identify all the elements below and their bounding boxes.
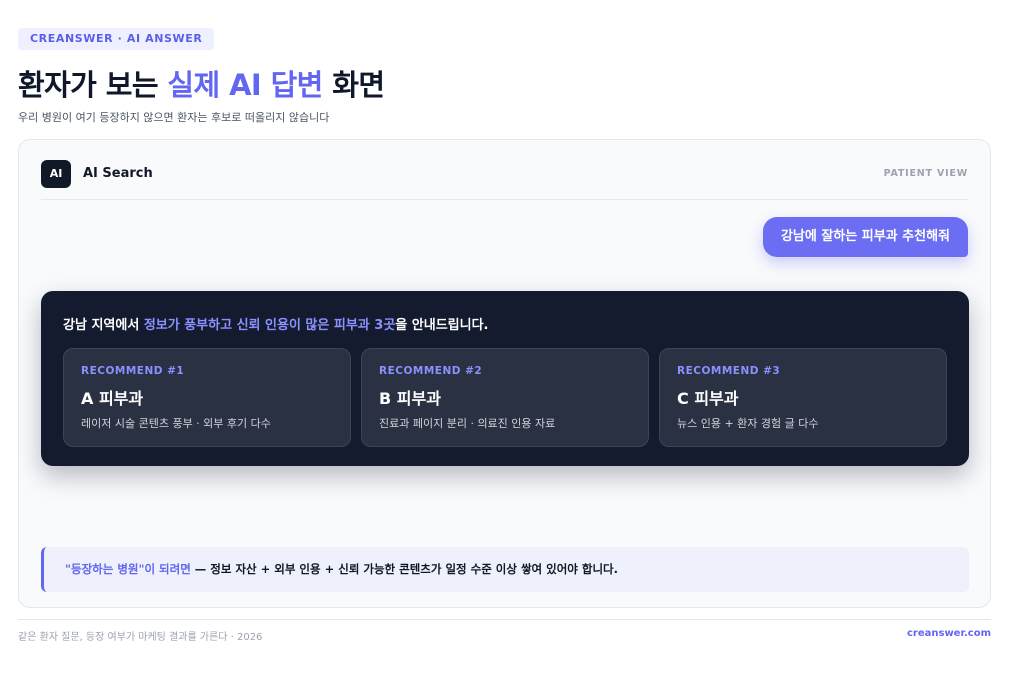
title-prefix: 환자가 보는 <box>18 68 168 102</box>
recommendation-label: RECOMMEND #2 <box>379 365 483 377</box>
recommendation-label: RECOMMEND #3 <box>677 365 781 377</box>
page-title: 환자가 보는 실제 AI 답변 화면 <box>18 62 385 104</box>
patient-view-label: PATIENT VIEW <box>883 168 968 179</box>
answer-suffix: 을 안내드립니다. <box>395 318 489 333</box>
page-subtitle: 우리 병원이 여기 등장하지 않으면 환자는 후보로 떠올리지 않습니다 <box>18 111 330 124</box>
eyebrow-badge: CREANSWER · AI ANSWER <box>18 28 215 50</box>
ai-logo-icon: AI <box>41 160 71 188</box>
recommendation-name: A 피부과 <box>81 389 144 408</box>
title-accent: 실제 AI 답변 <box>167 68 323 102</box>
user-query-bubble: 강남에 잘하는 피부과 추천해줘 <box>762 217 968 257</box>
recommendation-desc: 레이저 시술 콘텐츠 풍부 · 외부 후기 다수 <box>81 417 271 430</box>
callout-note: "등장하는 병원"이 되려면 — 정보 자산 + 외부 인용 + 신뢰 가능한 … <box>41 547 969 592</box>
ai-search-name: AI Search <box>83 166 153 181</box>
recommendation-label: RECOMMEND #1 <box>81 365 185 377</box>
answer-intro: 강남 지역에서 정보가 풍부하고 신뢰 인용이 많은 피부과 3곳을 안내드립니… <box>63 314 488 333</box>
note-highlight: "등장하는 병원"이 되려면 <box>65 562 191 576</box>
note-text: — 정보 자산 + 외부 인용 + 신뢰 가능한 콘텐츠가 일정 수준 이상 쌓… <box>190 562 618 576</box>
footer-divider <box>18 619 991 620</box>
recommendation-card-3[interactable]: RECOMMEND #3 C 피부과 뉴스 인용 + 환자 경험 글 다수 <box>659 348 947 447</box>
footer-site-link[interactable]: creanswer.com <box>907 628 991 639</box>
recommendation-card-2[interactable]: RECOMMEND #2 B 피부과 진료과 페이지 분리 · 의료진 인용 자… <box>361 348 649 447</box>
ai-answer-panel: 강남 지역에서 정보가 풍부하고 신뢰 인용이 많은 피부과 3곳을 안내드립니… <box>41 291 969 466</box>
footer-caption: 같은 환자 질문, 등장 여부가 마케팅 결과를 가른다 · 2026 <box>18 632 263 643</box>
ai-search-frame: AI AI Search PATIENT VIEW 강남에 잘하는 피부과 추천… <box>18 139 991 608</box>
ai-search-header: AI AI Search PATIENT VIEW <box>41 160 968 200</box>
recommendation-card-1[interactable]: RECOMMEND #1 A 피부과 레이저 시술 콘텐츠 풍부 · 외부 후기… <box>63 348 351 447</box>
title-suffix: 화면 <box>322 68 385 102</box>
recommendation-name: C 피부과 <box>677 389 739 408</box>
recommendation-name: B 피부과 <box>379 389 441 408</box>
answer-highlight: 정보가 풍부하고 신뢰 인용이 많은 피부과 3곳 <box>143 318 396 333</box>
answer-prefix: 강남 지역에서 <box>63 318 144 333</box>
recommendation-desc: 진료과 페이지 분리 · 의료진 인용 자료 <box>379 417 556 430</box>
recommendation-desc: 뉴스 인용 + 환자 경험 글 다수 <box>677 417 819 430</box>
